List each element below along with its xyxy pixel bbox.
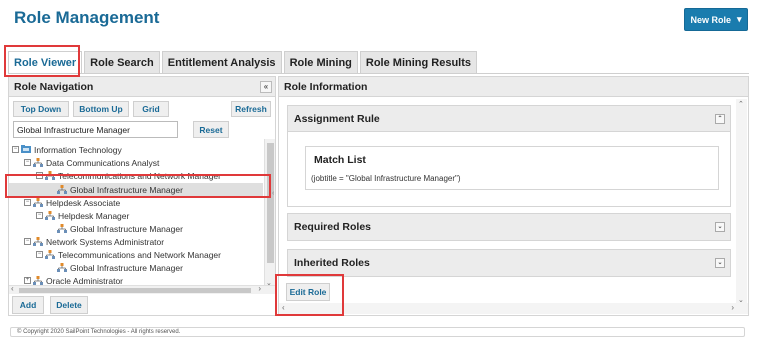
role-tree: − Information Technology − Data Communic… — [9, 143, 263, 285]
page-title: Role Management — [14, 8, 160, 27]
tree-item[interactable]: Global Infrastructure Manager — [57, 222, 183, 235]
assignment-rule-title: Assignment Rule — [294, 112, 380, 125]
tree-item[interactable]: − Telecommunications and Network Manager — [36, 169, 221, 182]
tree-item-label: Telecommunications and Network Manager — [58, 170, 221, 181]
tree-item[interactable]: − Telecommunications and Network Manager — [36, 248, 221, 261]
role-hierarchy-icon — [57, 263, 67, 272]
tree-item-label: Helpdesk Associate — [46, 197, 121, 208]
tab-bar: Role Viewer Role Search Entitlement Anal… — [8, 51, 479, 73]
tab-role-mining-results[interactable]: Role Mining Results — [359, 51, 478, 73]
tree-item[interactable]: + Oracle Administrator — [24, 274, 123, 285]
delete-button[interactable]: Delete — [50, 296, 88, 314]
expand-toggle-icon[interactable]: − — [36, 251, 43, 258]
role-search-input[interactable] — [13, 121, 178, 138]
info-vertical-scrollbar[interactable]: ⌃ ⌄ — [736, 99, 747, 305]
info-horizontal-scrollbar[interactable]: ‹ › — [279, 303, 748, 314]
role-hierarchy-icon — [45, 171, 55, 180]
inherited-roles-section: Inherited Roles ⌄ — [287, 249, 731, 277]
tree-horizontal-scrollbar[interactable]: ‹ › — [9, 284, 275, 294]
expand-toggle-icon[interactable]: − — [24, 159, 31, 166]
role-hierarchy-icon — [33, 198, 43, 207]
assignment-rule-header[interactable]: Assignment Rule ⌃ — [288, 106, 730, 132]
role-information-panel: Role Information Assignment Rule ⌃ Match… — [278, 76, 749, 316]
add-button[interactable]: Add — [12, 296, 44, 314]
role-hierarchy-icon — [45, 250, 55, 259]
tree-item[interactable]: − Information Technology — [12, 143, 122, 156]
tree-item-label: Network Systems Administrator — [46, 236, 165, 247]
new-role-button[interactable]: New Role ▾ — [684, 8, 748, 31]
tree-item-label: Data Communications Analyst — [46, 157, 160, 168]
role-hierarchy-icon — [33, 276, 43, 285]
tab-role-viewer[interactable]: Role Viewer — [8, 51, 83, 73]
collapse-icon[interactable]: « — [260, 81, 272, 93]
tree-vertical-scrollbar[interactable]: ⌄ — [264, 139, 275, 288]
tree-item[interactable]: − Network Systems Administrator — [24, 235, 164, 248]
refresh-button[interactable]: Refresh — [231, 101, 271, 117]
role-information-title: Role Information — [284, 80, 368, 93]
match-rule-text: (jobtitle = "Global Infrastructure Manag… — [311, 174, 461, 183]
tree-item-label: Global Infrastructure Manager — [70, 184, 183, 195]
assignment-rule-section: Assignment Rule ⌃ Match List (jobtitle =… — [287, 105, 731, 207]
expand-toggle-icon[interactable]: − — [24, 199, 31, 206]
splitter-handle-icon[interactable]: ‹ — [272, 190, 274, 197]
scrollbar-thumb[interactable] — [267, 143, 274, 263]
role-information-content: Assignment Rule ⌃ Match List (jobtitle =… — [283, 99, 735, 305]
inherited-roles-header[interactable]: Inherited Roles ⌄ — [288, 250, 730, 276]
role-information-header: Role Information — [279, 77, 748, 97]
tab-entitlement-analysis[interactable]: Entitlement Analysis — [161, 51, 282, 73]
expand-down-icon[interactable]: ⌄ — [715, 222, 725, 232]
inherited-roles-title: Inherited Roles — [294, 257, 370, 269]
expand-toggle-icon[interactable]: − — [12, 146, 19, 153]
scroll-right-icon[interactable]: › — [258, 284, 261, 293]
role-hierarchy-icon — [57, 185, 67, 194]
tree-item-label: Global Infrastructure Manager — [70, 262, 183, 273]
match-list-title: Match List — [314, 154, 366, 166]
required-roles-header[interactable]: Required Roles ⌄ — [288, 214, 730, 240]
tree-item-label: Oracle Administrator — [46, 275, 123, 286]
role-navigation-panel: Role Navigation « Top Down Bottom Up Gri… — [8, 76, 276, 316]
new-role-label: New Role — [690, 14, 731, 25]
tree-item-label: Telecommunications and Network Manager — [58, 249, 221, 260]
tree-item[interactable]: Global Infrastructure Manager — [57, 261, 183, 274]
footer-copyright: © Copyright 2020 SailPoint Technologies … — [10, 327, 745, 337]
collapse-up-icon[interactable]: ⌃ — [715, 114, 725, 124]
scroll-left-icon[interactable]: ‹ — [282, 303, 285, 312]
tree-item[interactable]: − Helpdesk Associate — [24, 196, 120, 209]
bottom-up-button[interactable]: Bottom Up — [73, 101, 129, 117]
expand-toggle-icon[interactable]: + — [24, 277, 31, 284]
top-down-button[interactable]: Top Down — [13, 101, 69, 117]
tree-item-label: Helpdesk Manager — [58, 210, 130, 221]
tree-item-label: Global Infrastructure Manager — [70, 223, 183, 234]
role-navigation-title: Role Navigation — [14, 80, 94, 93]
tab-role-mining[interactable]: Role Mining — [283, 51, 358, 73]
scroll-up-icon[interactable]: ⌃ — [738, 100, 744, 108]
scroll-left-icon[interactable]: ‹ — [11, 284, 14, 293]
chevron-down-icon: ▾ — [736, 14, 742, 24]
view-mode-buttons: Top Down Bottom Up Grid Refresh — [13, 101, 271, 117]
role-hierarchy-icon — [57, 224, 67, 233]
tree-item-label: Information Technology — [34, 144, 122, 155]
tree-item[interactable]: − Helpdesk Manager — [36, 209, 129, 222]
tree-item-selected[interactable]: Global Infrastructure Manager — [9, 183, 263, 196]
tab-role-search[interactable]: Role Search — [84, 51, 160, 73]
scroll-right-icon[interactable]: › — [731, 303, 734, 312]
role-hierarchy-icon — [33, 237, 43, 246]
role-hierarchy-icon — [33, 158, 43, 167]
grid-button[interactable]: Grid — [133, 101, 169, 117]
reset-button[interactable]: Reset — [193, 121, 229, 138]
expand-toggle-icon[interactable]: − — [36, 172, 43, 179]
expand-toggle-icon[interactable]: − — [36, 212, 43, 219]
expand-toggle-icon[interactable]: − — [24, 238, 31, 245]
folder-icon — [21, 145, 31, 154]
tab-divider — [8, 73, 749, 74]
scrollbar-thumb[interactable] — [19, 288, 251, 293]
role-hierarchy-icon — [45, 211, 55, 220]
match-list-box: Match List (jobtitle = "Global Infrastru… — [305, 146, 719, 190]
expand-down-icon[interactable]: ⌄ — [715, 258, 725, 268]
tree-item[interactable]: − Data Communications Analyst — [24, 156, 159, 169]
role-navigation-header: Role Navigation « — [9, 77, 275, 97]
required-roles-title: Required Roles — [294, 221, 372, 233]
required-roles-section: Required Roles ⌄ — [287, 213, 731, 241]
edit-role-button[interactable]: Edit Role — [286, 283, 330, 301]
